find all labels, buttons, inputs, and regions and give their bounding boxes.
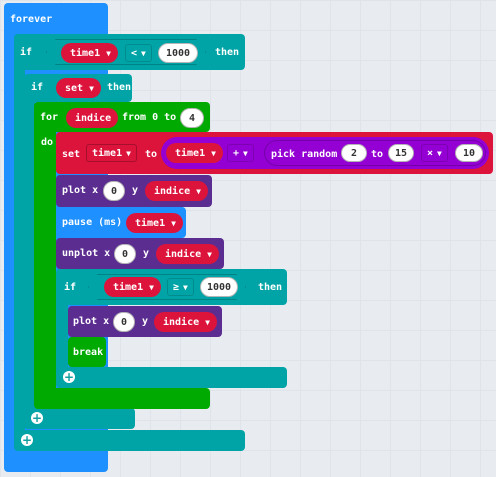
operator-dropdown[interactable]: × ▼ — [421, 144, 448, 162]
caret-down-icon: ▼ — [207, 249, 212, 259]
operator-dropdown[interactable]: ≥ ▼ — [167, 278, 194, 296]
pause-label: pause (ms) — [62, 217, 123, 228]
for-label: for — [40, 112, 59, 123]
caret-down-icon: ▼ — [171, 218, 176, 228]
then-label: then — [258, 282, 283, 293]
caret-down-icon: ▼ — [141, 48, 146, 58]
break-label: break — [73, 347, 104, 358]
variable-indice[interactable]: indice ▼ — [145, 181, 208, 201]
plot-label: plot x — [62, 185, 99, 196]
number-input[interactable]: 15 — [388, 144, 414, 162]
variable-indice[interactable]: indice ▼ — [154, 312, 217, 332]
plot-label: plot x — [73, 316, 110, 327]
to-label: to — [145, 149, 158, 160]
number-input[interactable]: 1000 — [158, 43, 198, 63]
number-input[interactable]: 0 — [114, 244, 136, 264]
if-block-innermost-footer — [56, 367, 287, 388]
caret-down-icon: ▼ — [437, 148, 442, 158]
forever-label: forever — [10, 14, 53, 25]
if-label: if — [64, 282, 77, 293]
variable-indice[interactable]: indice — [66, 108, 119, 128]
variable-indice[interactable]: indice ▼ — [156, 244, 219, 264]
variable-time1[interactable]: time1 ▼ — [166, 143, 223, 163]
variable-time1[interactable]: time1 ▼ — [126, 213, 183, 233]
y-label: y — [132, 185, 139, 196]
y-label: y — [142, 316, 149, 327]
number-input[interactable]: 0 — [113, 312, 135, 332]
number-input[interactable]: 10 — [455, 144, 483, 162]
number-input[interactable]: 0 — [103, 181, 125, 201]
for-loop-rail — [34, 128, 56, 392]
from-to-label: from 0 to — [122, 112, 177, 123]
caret-down-icon: ▼ — [126, 148, 131, 158]
operator-dropdown[interactable]: + ▼ — [227, 144, 254, 162]
plus-circle-icon[interactable]: + — [31, 412, 43, 424]
caret-down-icon: ▼ — [243, 148, 248, 158]
number-input[interactable]: 2 — [341, 144, 367, 162]
pick-random-label: pick random — [271, 149, 338, 160]
if-block-innermost-rail — [56, 300, 68, 370]
operator-dropdown[interactable]: < ▼ — [125, 44, 152, 62]
to-label: to — [371, 149, 384, 160]
then-label: then — [107, 82, 132, 93]
caret-down-icon: ▼ — [149, 282, 154, 292]
variable-set[interactable]: set ▼ — [56, 78, 101, 98]
then-label: then — [215, 47, 240, 58]
y-label: y — [143, 248, 150, 259]
caret-down-icon: ▼ — [183, 282, 188, 292]
caret-down-icon: ▼ — [196, 186, 201, 196]
unplot-label: unplot x — [62, 248, 111, 259]
set-label: set — [62, 149, 81, 160]
number-input[interactable]: 1000 — [200, 277, 238, 297]
plus-circle-icon[interactable]: + — [21, 434, 33, 446]
do-label: do — [41, 137, 54, 148]
if-block-outer-footer — [14, 430, 245, 451]
if-label: if — [31, 82, 44, 93]
if-label: if — [20, 47, 33, 58]
caret-down-icon: ▼ — [211, 148, 216, 158]
plus-circle-icon[interactable]: + — [63, 371, 75, 383]
caret-down-icon: ▼ — [205, 317, 210, 327]
variable-dropdown[interactable]: time1 ▼ — [86, 144, 137, 162]
caret-down-icon: ▼ — [89, 83, 94, 93]
for-loop-footer — [34, 388, 210, 409]
number-input[interactable]: 4 — [180, 108, 204, 128]
caret-down-icon: ▼ — [106, 48, 111, 58]
variable-time1[interactable]: time1 ▼ — [104, 277, 161, 297]
variable-time1[interactable]: time1 ▼ — [61, 43, 118, 63]
